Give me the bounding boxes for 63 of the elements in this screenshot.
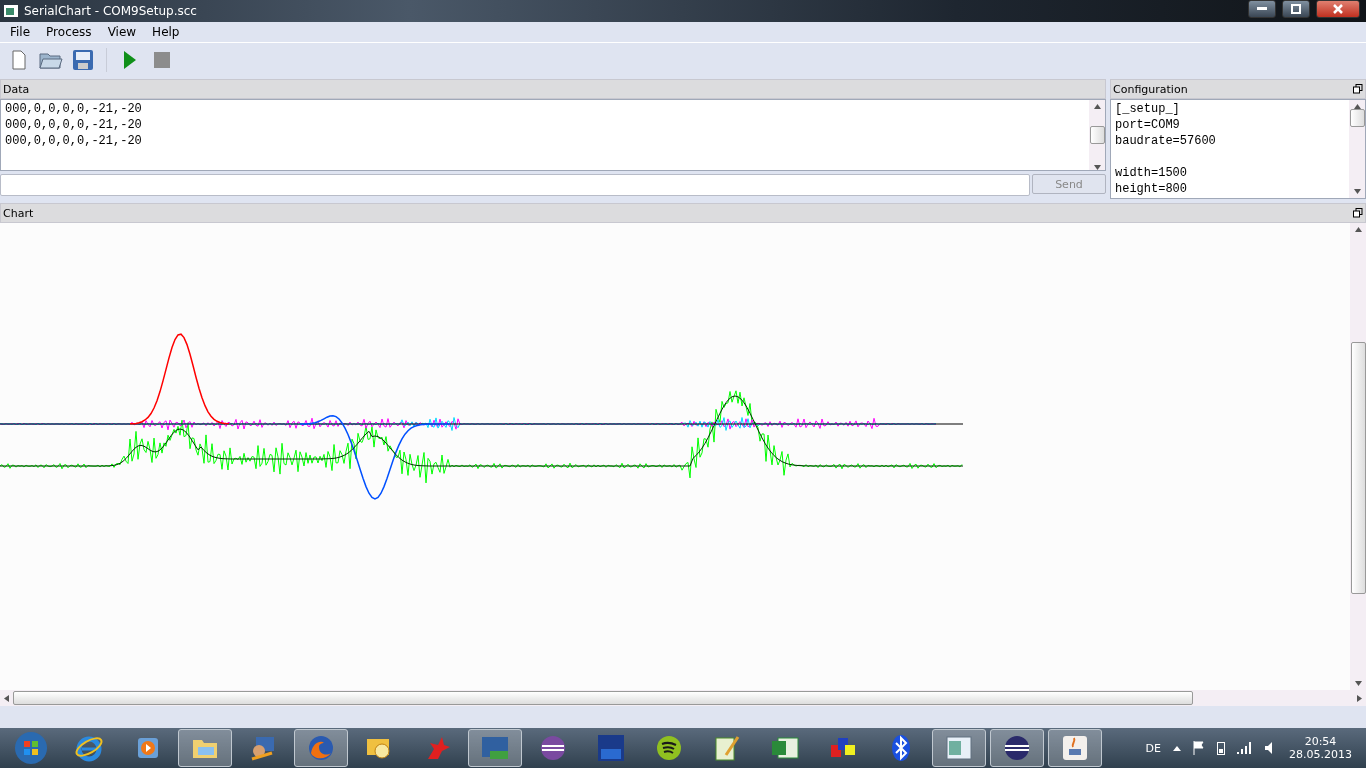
- config-line: height=800: [1115, 182, 1188, 198]
- config-text-area[interactable]: [_setup_] port=COM9 baudrate=57600 width=1500 height=800: [1110, 99, 1366, 199]
- scroll-thumb[interactable]: [1349, 109, 1365, 127]
- restore-button[interactable]: [1282, 0, 1310, 18]
- panel-title: Configuration: [1113, 82, 1188, 96]
- config-line: [_setup_]: [1115, 102, 1181, 118]
- send-input-field[interactable]: [0, 174, 1030, 196]
- scroll-down-arrow-icon[interactable]: [1353, 189, 1361, 194]
- scroll-thumb[interactable]: [13, 691, 1193, 705]
- scrollbar[interactable]: [0, 690, 1366, 706]
- clock-time: 20:54: [1304, 735, 1337, 748]
- play-icon: [123, 50, 137, 70]
- config-line: port=COM9: [1115, 118, 1181, 134]
- dev-logo-icon: [596, 733, 626, 763]
- scroll-up-arrow-icon[interactable]: [1093, 104, 1101, 109]
- config-line: width=1500: [1115, 166, 1188, 182]
- window-title: SerialChart - COM9Setup.scc: [24, 4, 198, 18]
- minimize-button[interactable]: [1248, 0, 1276, 18]
- app-icon: [4, 5, 18, 17]
- restore-icon[interactable]: [1353, 84, 1363, 94]
- stop-icon: [153, 51, 171, 69]
- scroll-down-arrow-icon[interactable]: [1354, 681, 1362, 686]
- restore-icon[interactable]: [1353, 208, 1363, 218]
- flag-icon[interactable]: [1193, 741, 1205, 755]
- config-line: baudrate=57600: [1115, 134, 1217, 150]
- save-button[interactable]: [70, 47, 96, 73]
- panel-title: Data: [3, 82, 30, 96]
- clock-date: 28.05.2013: [1289, 748, 1352, 761]
- menu-item[interactable]: File: [2, 25, 39, 39]
- scroll-up-arrow-icon[interactable]: [1354, 227, 1362, 232]
- eclipse-sphere-icon: [1002, 733, 1032, 763]
- data-text-area[interactable]: 000,0,0,0,0,-21,-20 000,0,0,0,0,-21,-20 000,0,0,0,0,-21,-20: [0, 99, 1106, 171]
- globe-fox-icon: [306, 733, 336, 763]
- spotify-logo-icon: [654, 733, 684, 763]
- language-indicator[interactable]: DE: [1145, 741, 1161, 755]
- battery-icon[interactable]: [1217, 741, 1225, 755]
- signal-icon[interactable]: [1237, 742, 1253, 754]
- new-file-icon: [12, 50, 26, 70]
- scrollbar[interactable]: [1349, 100, 1365, 198]
- data-line: 000,0,0,0,0,-21,-20: [5, 134, 143, 150]
- folder-icon: [39, 50, 63, 70]
- scroll-right-arrow-icon[interactable]: [1357, 694, 1362, 702]
- close-icon: [1333, 4, 1343, 14]
- sphere-icon: [538, 733, 568, 763]
- menu-item[interactable]: Help: [144, 25, 188, 39]
- minimize-icon: [1257, 7, 1267, 11]
- menu-item[interactable]: View: [99, 25, 145, 39]
- up-arrow-icon[interactable]: [1173, 745, 1181, 751]
- scrollbar[interactable]: [1350, 223, 1366, 690]
- scroll-down-arrow-icon[interactable]: [1093, 165, 1101, 170]
- scroll-thumb[interactable]: [1350, 342, 1366, 594]
- data-line: 000,0,0,0,0,-21,-20: [5, 118, 143, 134]
- taskbar-app-button[interactable]: [990, 729, 1044, 767]
- restore-icon: [1291, 4, 1301, 14]
- panel-title: Chart: [3, 206, 34, 220]
- menu-item[interactable]: Process: [38, 25, 100, 39]
- coffee-cup-icon: [1060, 733, 1090, 763]
- scroll-left-arrow-icon[interactable]: [4, 694, 9, 702]
- scrollbar[interactable]: [1089, 100, 1105, 170]
- scroll-thumb[interactable]: [1089, 126, 1105, 144]
- close-button[interactable]: [1316, 0, 1360, 18]
- scroll-up-arrow-icon[interactable]: [1353, 104, 1361, 109]
- data-line: 000,0,0,0,0,-21,-20: [5, 102, 143, 118]
